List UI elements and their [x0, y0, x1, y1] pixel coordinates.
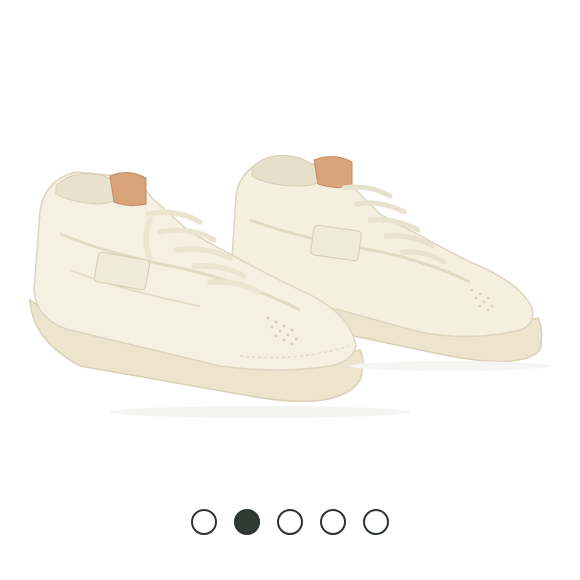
product-image-sneakers[interactable] — [0, 0, 580, 490]
carousel-dot-3[interactable] — [277, 509, 303, 535]
carousel-dots — [0, 504, 580, 540]
carousel-dot-1[interactable] — [191, 509, 217, 535]
carousel-dot-2[interactable] — [234, 509, 260, 535]
carousel-dot-5[interactable] — [363, 509, 389, 535]
product-gallery — [0, 0, 580, 580]
carousel-dot-4[interactable] — [320, 509, 346, 535]
